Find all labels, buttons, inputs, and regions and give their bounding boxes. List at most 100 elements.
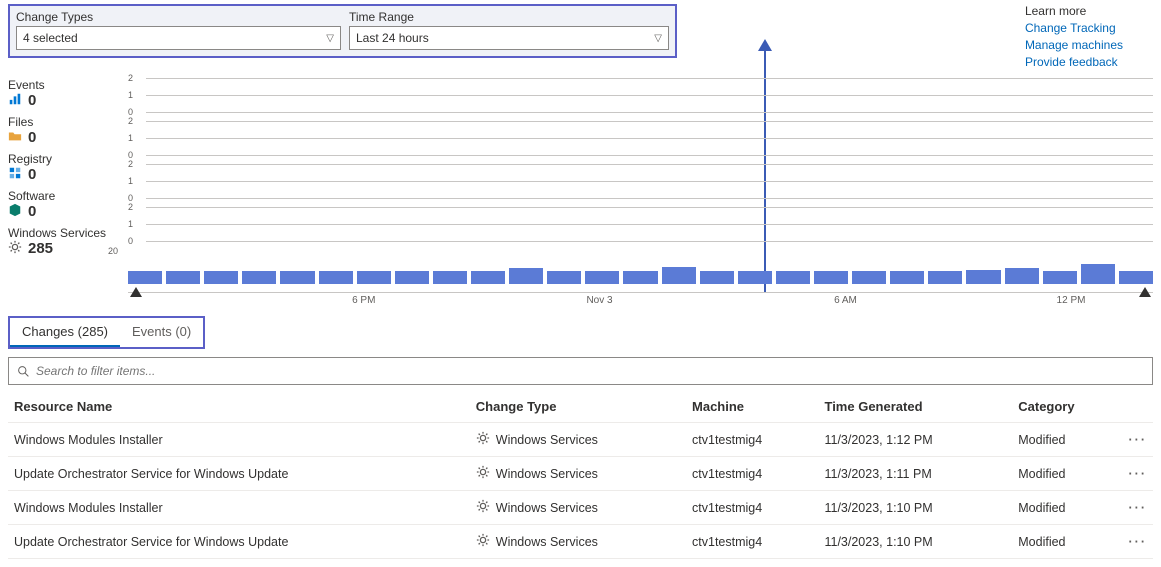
- link-provide-feedback[interactable]: Provide feedback: [1025, 54, 1123, 71]
- row-more-icon[interactable]: ···: [1129, 433, 1148, 447]
- chart-bar: [280, 271, 314, 284]
- gear-icon: [476, 499, 490, 516]
- column-header[interactable]: Resource Name: [8, 391, 470, 423]
- mini-chart-registry: 210: [128, 164, 1153, 198]
- chart-bar: [1005, 268, 1039, 284]
- category-count: 0: [28, 166, 36, 183]
- chart-bar: [814, 271, 848, 284]
- link-change-tracking[interactable]: Change Tracking: [1025, 20, 1123, 37]
- chart-bar: [242, 271, 276, 284]
- chart-bar: [357, 271, 391, 284]
- category-files[interactable]: Files0: [8, 115, 128, 146]
- cell-machine: ctv1testmig4: [686, 423, 818, 457]
- chart-x-axis: 6 PM Nov 3 6 AM 12 PM: [128, 292, 1153, 310]
- category-software[interactable]: Software0: [8, 189, 128, 220]
- cell-category: Modified: [1012, 491, 1122, 525]
- chart-bar: [547, 271, 581, 284]
- category-registry[interactable]: Registry0: [8, 152, 128, 183]
- table-row[interactable]: Update Orchestrator Service for Windows …: [8, 525, 1153, 559]
- gear-icon: [476, 431, 490, 448]
- learn-more-title: Learn more: [1025, 4, 1123, 18]
- chart-bar: [166, 271, 200, 284]
- table-row[interactable]: Update Orchestrator Service for Windows …: [8, 457, 1153, 491]
- row-more-icon[interactable]: ···: [1129, 501, 1148, 515]
- link-manage-machines[interactable]: Manage machines: [1025, 37, 1123, 54]
- category-count: 0: [28, 129, 36, 146]
- column-header[interactable]: Change Type: [470, 391, 686, 423]
- chart-bar: [662, 267, 696, 284]
- chart-bar: [890, 271, 924, 284]
- category-count: 285: [28, 240, 53, 257]
- chart-bar: [776, 271, 810, 284]
- cell-resource-name: Update Orchestrator Service for Windows …: [8, 525, 470, 559]
- cell-change-type: Windows Services: [470, 525, 686, 559]
- category-count: 0: [28, 92, 36, 109]
- search-box[interactable]: [8, 357, 1153, 385]
- main-chart-windows-services: 20: [128, 250, 1153, 290]
- mini-chart-files: 210: [128, 121, 1153, 155]
- cell-time: 11/3/2023, 1:11 PM: [818, 457, 1012, 491]
- gear-icon: [8, 240, 22, 257]
- chevron-down-icon: ▽: [326, 33, 334, 44]
- column-header[interactable]: Machine: [686, 391, 818, 423]
- change-types-value: 4 selected: [23, 31, 78, 45]
- chart-bar: [395, 271, 429, 284]
- chart-bar: [319, 271, 353, 284]
- category-sidebar: Events0Files0Registry0Software0Windows S…: [8, 78, 128, 310]
- chart-icon: [8, 92, 22, 109]
- chart-bar: [433, 271, 467, 284]
- tab-changes[interactable]: Changes (285): [10, 318, 120, 347]
- column-header[interactable]: Category: [1012, 391, 1122, 423]
- results-table: Resource NameChange TypeMachineTime Gene…: [8, 391, 1153, 559]
- learn-more-panel: Learn more Change Tracking Manage machin…: [1025, 4, 1153, 70]
- mini-chart-events: 210: [128, 78, 1153, 112]
- category-count: 0: [28, 203, 36, 220]
- column-header[interactable]: Time Generated: [818, 391, 1012, 423]
- range-slider-start[interactable]: [130, 287, 142, 297]
- cell-resource-name: Update Orchestrator Service for Windows …: [8, 457, 470, 491]
- range-slider-end[interactable]: [1139, 287, 1151, 297]
- cell-category: Modified: [1012, 457, 1122, 491]
- cell-resource-name: Windows Modules Installer: [8, 423, 470, 457]
- x-axis-label: Nov 3: [586, 295, 612, 306]
- tab-bar: Changes (285) Events (0): [8, 316, 205, 349]
- change-types-label: Change Types: [16, 10, 341, 24]
- registry-icon: [8, 166, 22, 183]
- table-row[interactable]: Windows Modules InstallerWindows Service…: [8, 423, 1153, 457]
- chart-bar: [928, 271, 962, 284]
- chart-bar: [700, 271, 734, 284]
- x-axis-label: 12 PM: [1057, 295, 1086, 306]
- time-range-label: Time Range: [349, 10, 669, 24]
- chart-bar: [966, 270, 1000, 285]
- category-events[interactable]: Events0: [8, 78, 128, 109]
- x-axis-label: 6 AM: [834, 295, 857, 306]
- table-row[interactable]: Windows Modules InstallerWindows Service…: [8, 491, 1153, 525]
- cell-category: Modified: [1012, 525, 1122, 559]
- time-range-value: Last 24 hours: [356, 31, 429, 45]
- category-label: Registry: [8, 152, 128, 166]
- chart-bar: [128, 271, 162, 284]
- cell-resource-name: Windows Modules Installer: [8, 491, 470, 525]
- chart-bar: [1119, 271, 1153, 284]
- change-types-dropdown[interactable]: 4 selected ▽: [16, 26, 341, 50]
- row-more-icon[interactable]: ···: [1129, 467, 1148, 481]
- row-more-icon[interactable]: ···: [1129, 535, 1148, 549]
- chart-bar: [471, 271, 505, 284]
- tab-events[interactable]: Events (0): [120, 318, 203, 347]
- time-range-dropdown[interactable]: Last 24 hours ▽: [349, 26, 669, 50]
- cell-time: 11/3/2023, 1:12 PM: [818, 423, 1012, 457]
- category-label: Events: [8, 78, 128, 92]
- x-axis-label: 6 PM: [352, 295, 375, 306]
- search-icon: [17, 365, 30, 378]
- folder-icon: [8, 129, 22, 146]
- gear-icon: [476, 465, 490, 482]
- cell-change-type: Windows Services: [470, 457, 686, 491]
- chart-bar: [509, 268, 543, 284]
- cell-machine: ctv1testmig4: [686, 457, 818, 491]
- search-input[interactable]: [36, 364, 1144, 378]
- cell-machine: ctv1testmig4: [686, 491, 818, 525]
- package-icon: [8, 203, 22, 220]
- chart-bar: [852, 271, 886, 284]
- chart-bar: [738, 271, 772, 284]
- chart-area: 210210210210206 PMNov 36 AM12 PM: [128, 78, 1153, 310]
